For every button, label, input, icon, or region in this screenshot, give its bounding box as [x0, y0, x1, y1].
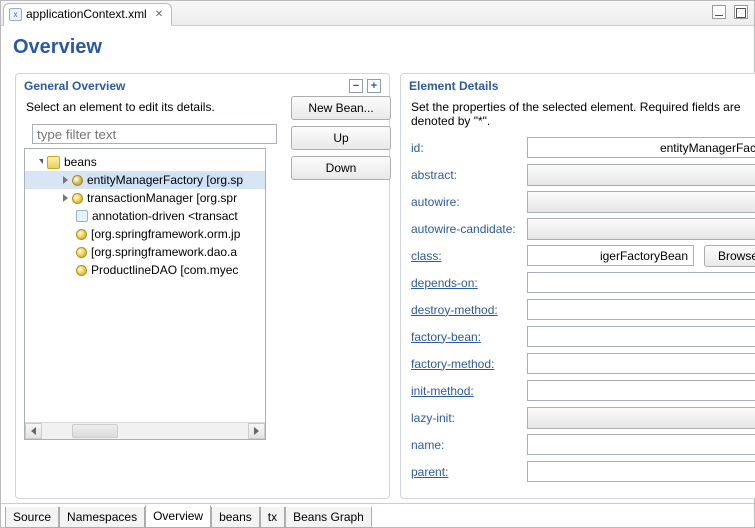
property-combo-lazy-init[interactable] [527, 407, 755, 429]
property-label-init-method[interactable]: init-method: [411, 384, 521, 398]
element-details-subtitle: Set the properties of the selected eleme… [401, 98, 755, 134]
property-row-destroy-method: destroy-method: [411, 296, 755, 323]
bottom-tab-source[interactable]: Source [5, 507, 59, 528]
bottom-tab-beans[interactable]: beans [211, 507, 260, 528]
property-label-depends-on[interactable]: depends-on: [411, 276, 521, 290]
scroll-right-icon[interactable] [248, 423, 265, 439]
element-details-panel: Element Details Set the properties of th… [400, 73, 755, 499]
up-button[interactable]: Up [291, 126, 391, 150]
tree-row-root[interactable]: beans [25, 153, 265, 171]
general-overview-panel: General Overview − + Select an element t… [15, 73, 390, 499]
property-row-autowire-candidate: autowire-candidate: [411, 215, 755, 242]
bottom-tab-namespaces[interactable]: Namespaces [59, 507, 145, 528]
property-label-id: id: [411, 141, 521, 155]
down-button[interactable]: Down [291, 156, 391, 180]
property-input-id[interactable] [527, 137, 755, 158]
editor-tab-bar: x applicationContext.xml ✕ [1, 1, 754, 26]
general-overview-title: General Overview [24, 79, 125, 93]
bottom-tab-overview[interactable]: Overview [145, 505, 211, 528]
tree-row[interactable]: [org.springframework.orm.jp [25, 225, 265, 243]
property-row-factory-method: factory-method: [411, 350, 755, 377]
bean-icon [72, 175, 83, 186]
property-label-factory-bean[interactable]: factory-bean: [411, 330, 521, 344]
property-label-name: name: [411, 438, 521, 452]
twisty-open-icon[interactable] [39, 159, 43, 164]
property-row-init-method: init-method: [411, 377, 755, 404]
property-row-name: name: [411, 431, 755, 458]
property-row-abstract: abstract: [411, 161, 755, 188]
scroll-thumb[interactable] [72, 424, 118, 438]
property-label-abstract: abstract: [411, 168, 521, 182]
tree-row[interactable]: transactionManager [org.spr [25, 189, 265, 207]
bottom-tab-bar: SourceNamespacesOverviewbeanstxBeans Gra… [1, 503, 754, 528]
horizontal-scrollbar[interactable] [25, 422, 265, 439]
bean-icon [76, 247, 87, 258]
property-input-factory-method[interactable] [527, 353, 755, 374]
expand-icon[interactable]: + [367, 79, 381, 93]
browse-button-class[interactable]: Browse... [704, 245, 755, 267]
twisty-none [63, 230, 72, 239]
twisty-none [63, 266, 72, 275]
property-combo-abstract[interactable] [527, 164, 755, 186]
property-combo-autowire[interactable] [527, 191, 755, 213]
folder-icon [47, 156, 60, 169]
property-input-parent[interactable] [527, 461, 755, 482]
bean-icon [72, 193, 83, 204]
tree-row[interactable]: [org.springframework.dao.a [25, 243, 265, 261]
collapse-icon[interactable]: − [349, 79, 363, 93]
filter-input[interactable] [32, 124, 277, 144]
element-details-title: Element Details [409, 79, 498, 93]
property-row-id: id: [411, 134, 755, 161]
twisty-none [63, 212, 72, 221]
property-label-autowire: autowire: [411, 195, 521, 209]
property-label-factory-method[interactable]: factory-method: [411, 357, 521, 371]
property-row-factory-bean: factory-bean: [411, 323, 755, 350]
twisty-none [63, 248, 72, 257]
property-label-destroy-method[interactable]: destroy-method: [411, 303, 521, 317]
twisty-closed-icon[interactable] [63, 194, 68, 202]
bean-icon [76, 265, 87, 276]
property-input-name[interactable] [527, 434, 755, 455]
property-input-init-method[interactable] [527, 380, 755, 401]
property-combo-autowire-candidate[interactable] [527, 218, 755, 240]
twisty-closed-icon[interactable] [63, 176, 68, 184]
close-tab-icon[interactable]: ✕ [155, 9, 163, 20]
property-input-factory-bean[interactable] [527, 326, 755, 347]
minimize-icon[interactable] [712, 5, 726, 19]
property-input-destroy-method[interactable] [527, 299, 755, 320]
property-label-parent[interactable]: parent: [411, 465, 521, 479]
page-title: Overview [1, 26, 754, 73]
property-input-depends-on[interactable] [527, 272, 755, 293]
maximize-icon[interactable] [734, 5, 748, 19]
property-input-class[interactable] [527, 245, 694, 266]
bottom-tab-beans-graph[interactable]: Beans Graph [285, 507, 372, 528]
property-row-depends-on: depends-on: [411, 269, 755, 296]
bottom-tab-tx[interactable]: tx [260, 507, 285, 528]
tree-row-selected[interactable]: entityManagerFactory [org.sp [25, 171, 265, 189]
property-row-lazy-init: lazy-init: [411, 404, 755, 431]
bean-icon [76, 229, 87, 240]
property-label-lazy-init: lazy-init: [411, 411, 521, 425]
property-label-autowire-candidate: autowire-candidate: [411, 222, 521, 236]
new-bean-button[interactable]: New Bean... [291, 96, 391, 120]
editor-tab-active[interactable]: x applicationContext.xml ✕ [3, 3, 172, 26]
property-label-class[interactable]: class: [411, 249, 521, 263]
scroll-left-icon[interactable] [25, 423, 42, 439]
property-row-class: class: Browse... [411, 242, 755, 269]
property-row-parent: parent: [411, 458, 755, 485]
annotation-icon [76, 210, 88, 222]
xml-file-icon: x [9, 8, 22, 21]
tree-row[interactable]: ProductlineDAO [com.myec [25, 261, 265, 279]
tree-row[interactable]: annotation-driven <transact [25, 207, 265, 225]
bean-tree[interactable]: beans entityManagerFactory [org.sp trans… [24, 148, 266, 440]
editor-tab-title: applicationContext.xml [26, 7, 147, 21]
property-row-autowire: autowire: [411, 188, 755, 215]
